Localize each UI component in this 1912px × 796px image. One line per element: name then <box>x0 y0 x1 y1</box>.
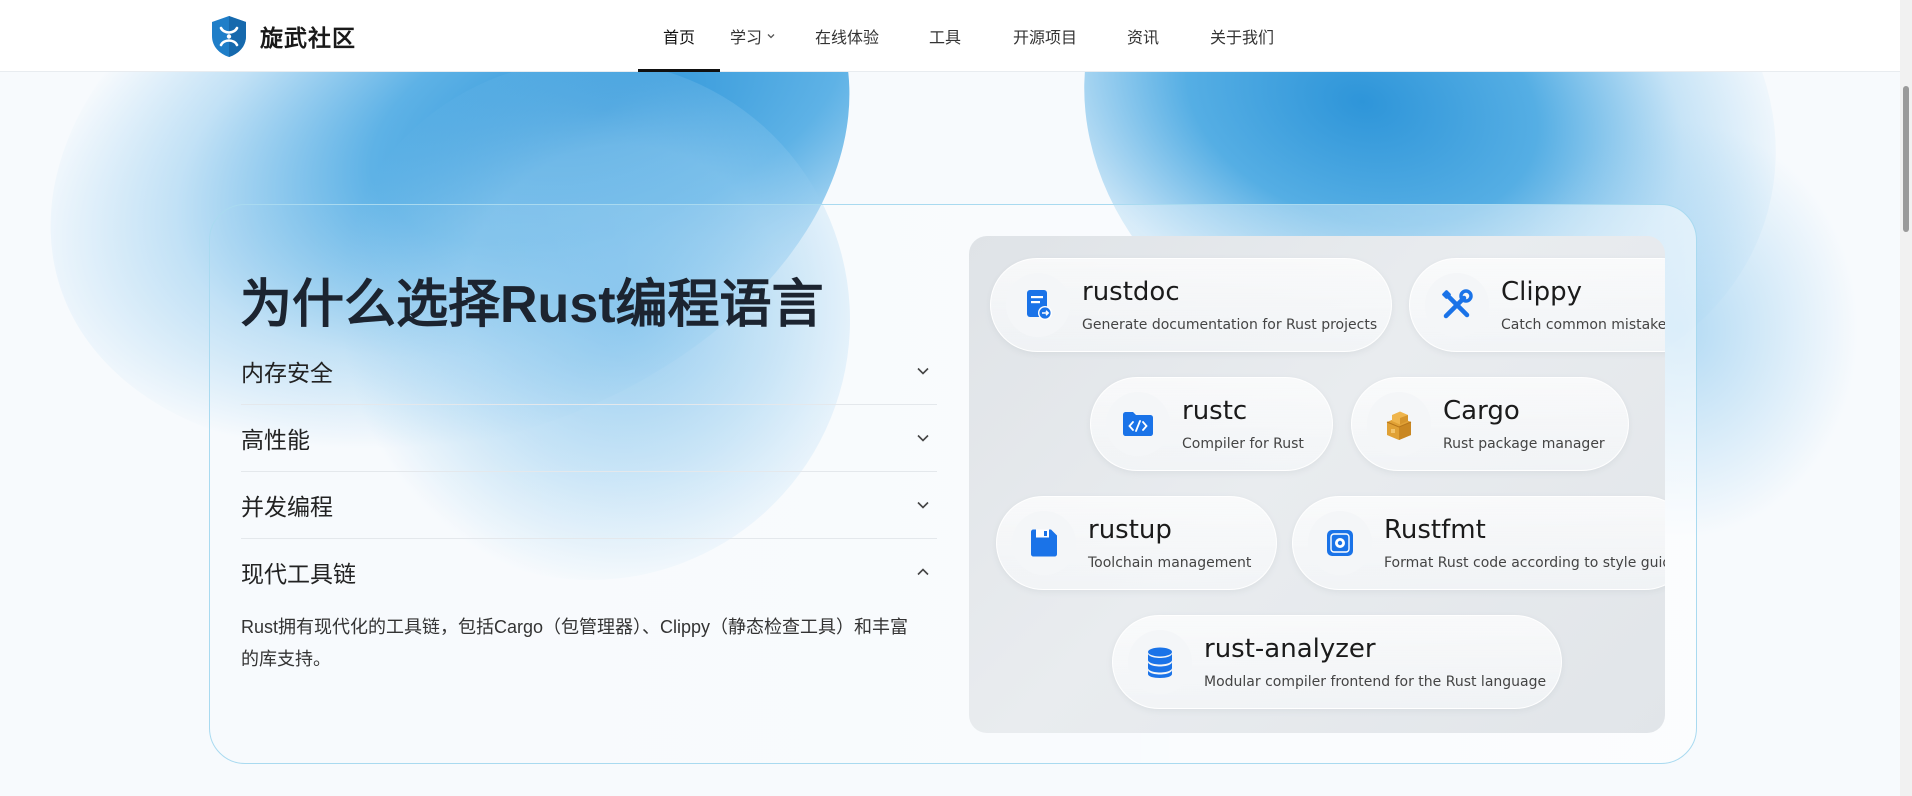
tool-icon-wrap <box>1425 273 1489 337</box>
code-folder-icon <box>1123 412 1153 436</box>
nav-news[interactable]: 资讯 <box>1108 0 1178 72</box>
nav-tools-label: 工具 <box>928 30 961 47</box>
main-nav: 首页 学习 在线体验 工具 开源项目 资讯 关于我们 <box>638 0 1306 72</box>
section-title: 为什么选择Rust编程语言 <box>240 276 824 334</box>
accordion-header-modern-toolchain[interactable]: 现代工具链 <box>241 539 937 605</box>
chevron-down-icon <box>917 367 929 375</box>
package-boxes-icon <box>1386 411 1412 440</box>
document-icon <box>1027 290 1052 320</box>
format-gear-icon <box>1327 530 1353 556</box>
tool-card-rustup[interactable]: rustup Toolchain management <box>996 496 1277 590</box>
tool-icon-wrap <box>1006 273 1070 337</box>
nav-tools[interactable]: 工具 <box>908 0 982 72</box>
nav-home[interactable]: 首页 <box>638 0 720 72</box>
tool-icon-wrap <box>1106 392 1170 456</box>
top-navbar: 旋武社区 首页 学习 在线体验 工具 开源项目 资讯 关于我们 <box>0 0 1912 72</box>
nav-online-try-label: 在线体验 <box>814 30 879 47</box>
tool-text: Clippy Catch common mistakes <box>1501 277 1665 333</box>
nav-about[interactable]: 关于我们 <box>1178 0 1306 72</box>
chevron-down-icon <box>917 434 929 442</box>
accordion-item: 并发编程 <box>241 472 937 539</box>
wrench-screwdriver-icon <box>1442 289 1473 319</box>
tool-text: rustdoc Generate documentation for Rust … <box>1082 277 1377 333</box>
accordion-body: Rust拥有现代化的工具链，包括Cargo（包管理器）、Clippy（静态检查工… <box>241 617 909 669</box>
tool-icon-wrap <box>1308 511 1372 575</box>
tool-name: Clippy <box>1501 277 1582 307</box>
tool-icon-wrap <box>1128 630 1192 694</box>
tool-name: rustup <box>1088 515 1172 545</box>
tool-icon-wrap <box>1012 511 1076 575</box>
nav-about-label: 关于我们 <box>1209 30 1274 47</box>
accordion-header-performance[interactable]: 高性能 <box>241 405 937 471</box>
page-scrollbar[interactable] <box>1900 0 1912 796</box>
tool-desc: Modular compiler frontend for the Rust l… <box>1204 674 1547 690</box>
tool-card-clippy[interactable]: Clippy Catch common mistakes <box>1409 258 1665 352</box>
tool-desc: Format Rust code according to style guid… <box>1384 555 1665 571</box>
tool-icon-wrap <box>1367 392 1431 456</box>
tool-card-rustdoc[interactable]: rustdoc Generate documentation for Rust … <box>990 258 1392 352</box>
accordion-label: 并发编程 <box>241 494 333 520</box>
accordion-item: 现代工具链 Rust拥有现代化的工具链，包括Cargo（包管理器）、Clippy… <box>241 539 937 675</box>
tool-card-rustfmt[interactable]: Rustfmt Format Rust code according to st… <box>1292 496 1665 590</box>
chevron-up-icon <box>917 568 929 576</box>
tool-desc: Rust package manager <box>1443 436 1605 452</box>
database-icon <box>1148 647 1172 678</box>
tool-text: rustc Compiler for Rust <box>1182 396 1304 452</box>
tool-desc: Catch common mistakes <box>1501 317 1665 333</box>
accordion-label: 现代工具链 <box>241 561 356 587</box>
tool-name: rustc <box>1182 396 1248 426</box>
tool-desc: Compiler for Rust <box>1182 436 1304 452</box>
nav-open-source[interactable]: 开源项目 <box>982 0 1108 72</box>
accordion-header-concurrency[interactable]: 并发编程 <box>241 472 937 538</box>
accordion-item: 高性能 <box>241 405 937 472</box>
tool-desc: Toolchain management <box>1088 555 1252 571</box>
tool-text: rustup Toolchain management <box>1088 515 1251 571</box>
save-disk-icon <box>1031 529 1057 557</box>
tool-card-rustc[interactable]: rustc Compiler for Rust <box>1090 377 1333 471</box>
site-name: 旋武社区 <box>260 25 356 51</box>
nav-learn[interactable]: 学习 <box>720 0 786 72</box>
shield-logo-icon <box>212 16 246 57</box>
tool-name: Cargo <box>1443 396 1520 426</box>
accordion-item: 内存安全 <box>241 338 937 405</box>
chevron-down-icon <box>917 501 929 509</box>
tool-name: rust-analyzer <box>1204 634 1376 664</box>
tool-name: Rustfmt <box>1384 515 1486 545</box>
tool-name: rustdoc <box>1082 277 1180 307</box>
nav-home-label: 首页 <box>662 30 695 47</box>
accordion-label: 高性能 <box>241 427 310 453</box>
chevron-down-icon <box>767 34 775 39</box>
tool-card-cargo[interactable]: Cargo Rust package manager <box>1351 377 1629 471</box>
tool-card-rust-analyzer[interactable]: rust-analyzer Modular compiler frontend … <box>1112 615 1562 709</box>
nav-online-try[interactable]: 在线体验 <box>786 0 908 72</box>
nav-news-label: 资讯 <box>1126 30 1159 47</box>
accordion-header-memory-safety[interactable]: 内存安全 <box>241 338 937 404</box>
features-accordion: 内存安全 高性能 并发编程 现代工具链 Rust拥有现代化的工具链，包括Carg… <box>241 338 937 675</box>
tool-desc: Generate documentation for Rust projects <box>1082 317 1378 333</box>
nav-open-source-label: 开源项目 <box>1012 30 1077 47</box>
accordion-label: 内存安全 <box>241 360 333 386</box>
tool-text: Cargo Rust package manager <box>1443 396 1605 452</box>
tool-text: rust-analyzer Modular compiler frontend … <box>1204 634 1546 690</box>
site-logo[interactable]: 旋武社区 <box>208 14 356 58</box>
tools-panel: rustdoc Generate documentation for Rust … <box>969 236 1665 733</box>
scrollbar-thumb[interactable] <box>1903 86 1909 232</box>
tool-text: Rustfmt Format Rust code according to st… <box>1384 515 1665 571</box>
nav-learn-label: 学习 <box>729 30 762 47</box>
